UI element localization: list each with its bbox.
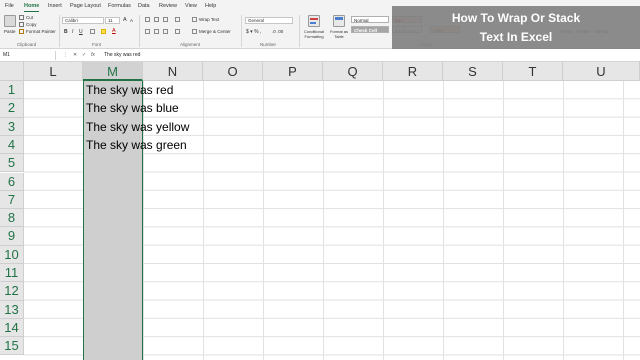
clipboard-group-label: Clipboard — [17, 42, 37, 47]
enter-icon[interactable]: ✓ — [82, 51, 86, 60]
merge-center-button[interactable]: Merge & Center — [199, 29, 231, 34]
number-group-label: Number — [260, 42, 277, 47]
format-as-table-icon[interactable] — [333, 15, 345, 27]
align-bottom-icon[interactable] — [163, 17, 168, 22]
separator — [299, 15, 300, 47]
overlay-title-line-2: Text In Excel — [479, 30, 553, 44]
row-header-8[interactable]: 8 — [0, 209, 24, 228]
tab-page-layout[interactable]: Page Layout — [70, 2, 101, 10]
name-box[interactable]: M1 — [2, 51, 56, 60]
cell-m1[interactable]: The sky was red — [86, 81, 173, 99]
row-header-4[interactable]: 4 — [0, 135, 24, 155]
format-as-table-button[interactable]: Format as Table — [328, 29, 350, 39]
row-header-9[interactable]: 9 — [0, 227, 24, 246]
column-header-u[interactable]: U — [563, 62, 640, 81]
font-color-icon[interactable]: A — [112, 28, 116, 34]
wrap-text-button[interactable]: Wrap Text — [199, 17, 219, 22]
row-header-3[interactable]: 3 — [0, 117, 24, 136]
separator — [139, 15, 140, 47]
function-icon[interactable]: fx — [91, 51, 95, 60]
tab-file[interactable]: File — [5, 2, 14, 10]
italic-icon[interactable]: I — [72, 29, 73, 35]
underline-icon[interactable]: U — [79, 29, 83, 35]
format-painter-icon[interactable] — [19, 29, 24, 34]
bold-icon[interactable]: B — [64, 29, 68, 35]
column-header-s[interactable]: S — [443, 62, 503, 81]
font-group-label: Font — [92, 42, 102, 47]
merge-center-icon[interactable] — [192, 29, 197, 34]
style-check-cell[interactable]: Check Cell — [351, 26, 389, 33]
indent-icon[interactable] — [175, 29, 180, 34]
format-painter-button[interactable]: Format Painter — [26, 29, 56, 34]
align-middle-icon[interactable] — [154, 17, 159, 22]
align-center-icon[interactable] — [154, 29, 159, 34]
row-header-6[interactable]: 6 — [0, 172, 24, 191]
decimal-icon[interactable]: .0 .00 — [272, 29, 283, 34]
title-overlay: How To Wrap Or Stack Text In Excel — [392, 6, 640, 50]
row-header-15[interactable]: 15 — [0, 337, 24, 356]
alignment-group-label: Alignment — [180, 42, 201, 47]
row-header-13[interactable]: 13 — [0, 300, 24, 319]
column-header-l[interactable]: L — [24, 62, 83, 81]
column-header-n[interactable]: N — [143, 62, 203, 81]
align-left-icon[interactable] — [145, 29, 150, 34]
borders-icon[interactable] — [90, 29, 95, 34]
tab-view[interactable]: View — [185, 2, 197, 10]
cancel-icon[interactable]: ✕ — [73, 51, 77, 60]
shrink-font-icon[interactable]: A — [130, 18, 133, 23]
column-header-m[interactable]: M — [83, 62, 143, 81]
row-header-10[interactable]: 10 — [0, 245, 24, 264]
tab-formulas[interactable]: Formulas — [108, 2, 131, 10]
row-header-12[interactable]: 12 — [0, 282, 24, 301]
formula-input[interactable]: The sky was red — [104, 51, 140, 60]
cut-button[interactable]: Cut — [26, 15, 33, 20]
row-header-11[interactable]: 11 — [0, 264, 24, 283]
conditional-formatting-icon[interactable] — [308, 15, 320, 27]
row-header-14[interactable]: 14 — [0, 318, 24, 338]
font-name-select[interactable]: Calibri — [62, 17, 104, 24]
column-header-q[interactable]: Q — [323, 62, 383, 81]
row-header-7[interactable]: 7 — [0, 190, 24, 210]
formula-bar: M1 ⋮ ✕ ✓ fx The sky was red — [0, 49, 640, 62]
wrap-text-icon[interactable] — [192, 17, 197, 22]
copy-button[interactable]: Copy — [26, 22, 37, 27]
number-format-select[interactable]: General — [245, 17, 293, 24]
cell-m2[interactable]: The sky was blue — [86, 99, 179, 117]
conditional-formatting-button[interactable]: Conditional Formatting — [301, 29, 327, 39]
tab-review[interactable]: Review — [159, 2, 177, 10]
select-all-corner[interactable] — [0, 62, 24, 81]
align-right-icon[interactable] — [163, 29, 168, 34]
tab-help[interactable]: Help — [205, 2, 216, 10]
column-header-o[interactable]: O — [203, 62, 263, 81]
row-header-1[interactable]: 1 — [0, 81, 24, 100]
font-size-select[interactable]: 11 — [105, 17, 120, 24]
tab-insert[interactable]: Insert — [48, 2, 62, 10]
cut-icon[interactable] — [19, 15, 24, 20]
column-header-p[interactable]: P — [263, 62, 323, 81]
cell-m3[interactable]: The sky was yellow — [86, 118, 189, 136]
cell-m4[interactable]: The sky was green — [86, 136, 187, 154]
column-header-r[interactable]: R — [383, 62, 443, 81]
tab-home[interactable]: Home — [24, 2, 40, 12]
orientation-icon[interactable] — [175, 17, 180, 22]
more-icon: ⋮ — [63, 52, 68, 58]
style-normal[interactable]: Normal — [351, 16, 389, 23]
paste-icon[interactable] — [4, 15, 16, 27]
row-header-5[interactable]: 5 — [0, 154, 24, 173]
row-header-2[interactable]: 2 — [0, 99, 24, 118]
tab-data[interactable]: Data — [138, 2, 150, 10]
paste-button[interactable]: Paste — [4, 29, 16, 34]
overlay-title-line-1: How To Wrap Or Stack — [451, 11, 581, 25]
align-top-icon[interactable] — [145, 17, 150, 22]
separator — [241, 15, 242, 47]
currency-icon[interactable]: $ ▾ % , — [246, 29, 261, 35]
column-header-t[interactable]: T — [503, 62, 563, 81]
fill-color-icon[interactable] — [101, 29, 106, 34]
copy-icon[interactable] — [19, 22, 24, 27]
grow-font-icon[interactable]: A — [123, 17, 127, 23]
separator — [59, 15, 60, 47]
